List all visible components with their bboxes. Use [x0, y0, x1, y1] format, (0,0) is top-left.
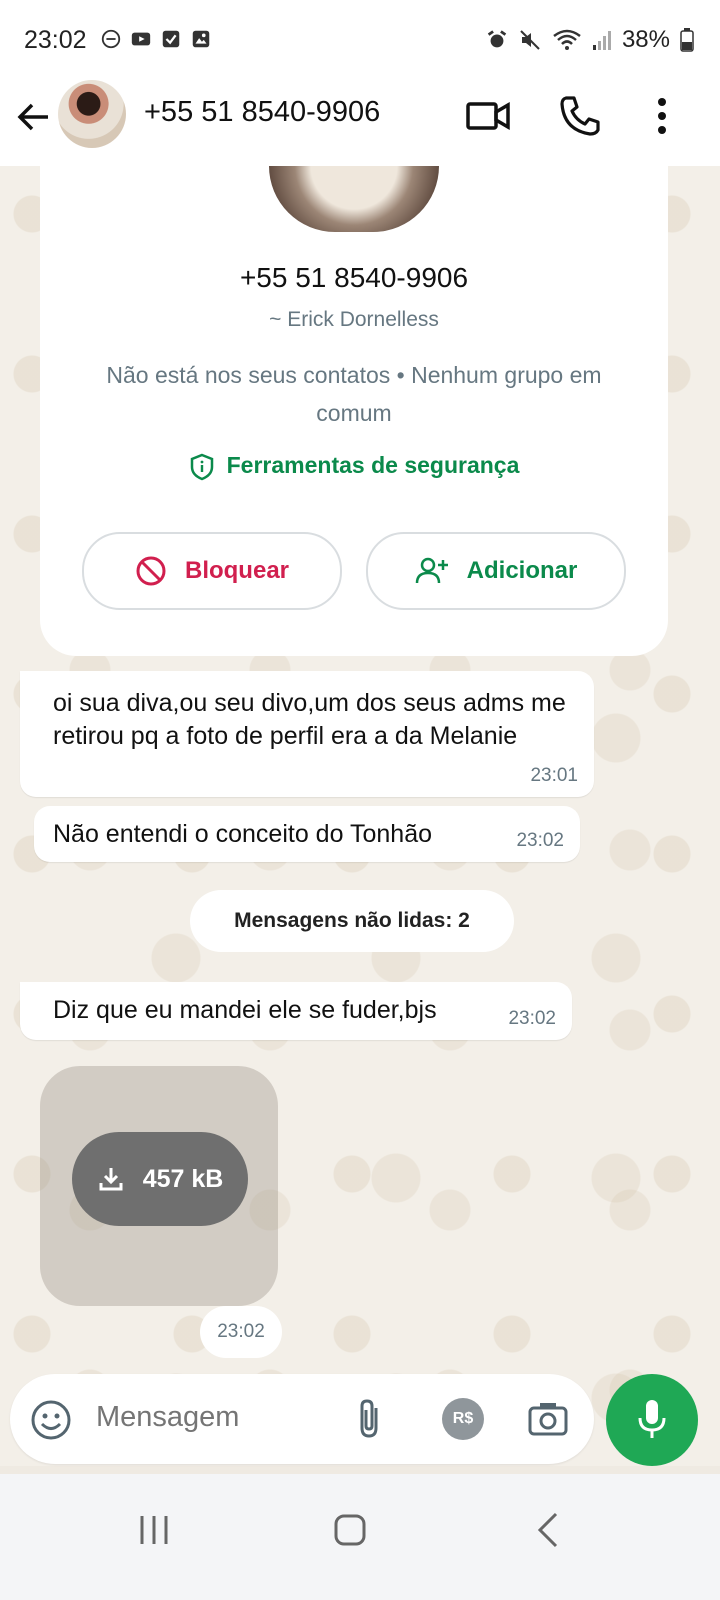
message-bubble[interactable]: Não entendi o conceito do Tonhão 23:02 — [34, 806, 580, 862]
payment-icon[interactable]: R$ — [442, 1398, 484, 1440]
microphone-icon — [638, 1400, 666, 1438]
add-contact-button[interactable]: Adicionar — [366, 532, 626, 610]
back-arrow-icon[interactable] — [14, 97, 54, 137]
message-bubble[interactable]: Diz que eu mandei ele se fuder,bjs 23:02 — [20, 982, 572, 1040]
video-call-icon[interactable] — [464, 92, 512, 140]
contact-avatar[interactable] — [58, 80, 126, 148]
add-person-icon — [415, 557, 448, 584]
message-input[interactable] — [96, 1401, 326, 1434]
status-time: 23:02 — [24, 26, 87, 54]
message-text: Não entendi o conceito do Tonhão — [53, 820, 433, 848]
checkbox-icon — [162, 30, 180, 48]
download-icon — [99, 1168, 123, 1191]
nav-back-icon[interactable] — [518, 1500, 578, 1560]
status-right: 38% — [486, 26, 694, 54]
message-time: 23:02 — [516, 830, 564, 851]
block-label: Bloquear — [184, 557, 289, 584]
phone-call-icon[interactable] — [556, 92, 604, 140]
gallery-icon — [192, 30, 210, 48]
message-time: 23:01 — [530, 765, 578, 786]
system-nav-bar — [0, 1474, 720, 1600]
camera-icon[interactable] — [526, 1397, 570, 1441]
battery-percent: 38% — [621, 26, 670, 53]
block-button[interactable]: Bloquear — [82, 532, 342, 610]
attach-icon[interactable] — [350, 1396, 390, 1442]
contact-status-info: Não está nos seus contatos • Nenhum grup… — [106, 362, 602, 426]
youtube-icon — [131, 32, 151, 46]
recents-icon[interactable] — [124, 1500, 184, 1560]
file-size: 457 kB — [142, 1164, 224, 1193]
home-icon[interactable] — [320, 1500, 380, 1560]
alarm-icon — [487, 30, 507, 48]
add-label: Adicionar — [466, 557, 578, 584]
contact-phone: +55 51 8540-9906 — [239, 262, 469, 293]
sticker-media[interactable]: 457 kB — [40, 1066, 278, 1306]
voice-message-button[interactable] — [606, 1374, 698, 1466]
media-time: 23:02 — [200, 1306, 282, 1358]
safety-tools-label: Ferramentas de segurança — [226, 452, 520, 478]
message-bubble[interactable]: oi sua diva,ou seu divo,um dos seus adms… — [20, 671, 594, 797]
message-text: Diz que eu mandei ele se fuder,bjs — [53, 996, 437, 1024]
battery-icon — [680, 28, 694, 52]
block-icon — [136, 556, 166, 586]
chat-header: +55 51 8540-9906 — [0, 80, 720, 167]
more-options-icon[interactable] — [638, 92, 686, 140]
download-button[interactable]: 457 kB — [72, 1132, 248, 1226]
unread-divider: Mensagens não lidas: 2 — [190, 890, 514, 952]
status-bar: 23:02 38% — [0, 0, 720, 80]
chat-area[interactable]: +55 51 8540-9906 ~ Erick Dornelless Não … — [0, 166, 720, 1466]
wifi-icon — [553, 29, 581, 50]
contact-push-name: ~ Erick Dornelless — [269, 308, 439, 331]
mute-icon — [520, 30, 540, 50]
message-composer: R$ — [10, 1374, 594, 1464]
safety-tools-link[interactable]: Ferramentas de segurança — [40, 452, 668, 481]
status-icons-left — [100, 28, 212, 50]
dnd-icon — [101, 29, 121, 49]
contact-photo[interactable] — [269, 166, 439, 232]
message-time: 23:02 — [508, 1008, 556, 1029]
chat-title[interactable]: +55 51 8540-9906 — [144, 96, 380, 129]
shield-icon — [190, 453, 213, 481]
emoji-icon[interactable] — [30, 1399, 72, 1441]
signal-icon — [592, 31, 611, 50]
contact-info-card: +55 51 8540-9906 ~ Erick Dornelless Não … — [40, 166, 668, 656]
message-text: oi sua diva,ou seu divo,um dos seus adms… — [53, 689, 566, 750]
